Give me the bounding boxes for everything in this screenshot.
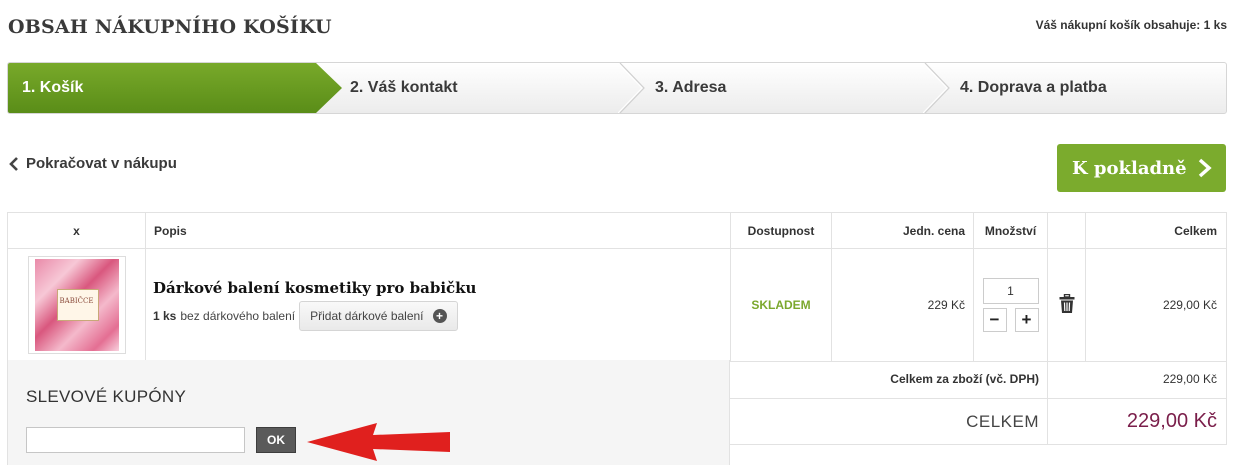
coupon-ok-button[interactable]: OK	[256, 427, 296, 453]
add-gift-wrap-label: Přidat dárkové balení	[310, 309, 424, 323]
quantity-increase-button[interactable]: +	[1014, 308, 1039, 332]
chevron-left-icon	[9, 156, 18, 171]
unit-price: 229 Kč	[927, 298, 965, 312]
step-cart-label: 1. Košík	[22, 79, 84, 96]
col-unit-price: Jedn. cena	[831, 212, 974, 249]
add-gift-wrap-button[interactable]: Přidat dárkové balení +	[299, 301, 458, 331]
unit-price-cell: 229 Kč	[831, 248, 974, 362]
step-cart[interactable]: 1. Košík	[8, 63, 342, 113]
step-shipping-label: 4. Doprava a platba	[960, 79, 1107, 96]
table-row: BABIČCE Dárkové balení kosmetiky pro bab…	[7, 248, 1227, 362]
quantity-cell: − +	[973, 248, 1048, 362]
product-image-cell: BABIČCE	[7, 248, 146, 362]
availability-cell: SKLADEM	[730, 248, 832, 362]
line-total: 229,00 Kč	[1162, 298, 1217, 312]
goods-total-label: Celkem za zboží (vč. DPH)	[730, 359, 1048, 399]
cart-count-text: Váš nákupní košík obsahuje: 1 ks	[1035, 18, 1227, 32]
annotation-arrow	[307, 423, 450, 461]
col-x: x	[7, 212, 146, 249]
checkout-steps: 1. Košík 2. Váš kontakt 3. Adresa 4. Dop…	[7, 62, 1227, 114]
step-address-label: 3. Adresa	[655, 79, 727, 96]
col-availability: Dostupnost	[730, 212, 832, 249]
product-image: BABIČCE	[34, 259, 119, 351]
availability-status: SKLADEM	[751, 298, 811, 312]
product-thumbnail[interactable]: BABIČCE	[27, 256, 126, 354]
grand-total-label: CELKEM	[730, 398, 1048, 445]
step-shipping-payment[interactable]: 4. Doprava a platba	[960, 63, 1107, 113]
col-quantity: Množství	[973, 212, 1048, 249]
step-separator	[618, 63, 645, 113]
order-summary: Celkem za zboží (vč. DPH) 229,00 Kč CELK…	[730, 359, 1227, 445]
cart-table-header: x Popis Dostupnost Jedn. cena Množství C…	[7, 212, 1227, 249]
delete-cell	[1047, 248, 1086, 362]
quantity-decrease-button[interactable]: −	[982, 308, 1007, 332]
col-delete	[1047, 212, 1086, 249]
gift-status: bez dárkového balení	[180, 309, 296, 323]
quantity-stepper: − +	[982, 278, 1039, 332]
goods-total-value: 229,00 Kč	[1162, 372, 1217, 386]
quantity-input[interactable]	[982, 278, 1039, 304]
grand-total-value: 229,00 Kč	[1126, 410, 1217, 432]
step-separator	[923, 63, 950, 113]
chevron-right-icon	[1198, 158, 1212, 178]
col-description: Popis	[145, 212, 731, 249]
col-total: Celkem	[1085, 212, 1227, 249]
product-description-cell: Dárkové balení kosmetiky pro babičku 1 k…	[145, 248, 731, 362]
product-meta: 1 ks bez dárkového balení Přidat dárkové…	[146, 301, 730, 331]
checkout-button[interactable]: K pokladně	[1057, 144, 1226, 192]
continue-shopping-link[interactable]: Pokračovat v nákupu	[9, 155, 177, 172]
plus-circle-icon: +	[432, 309, 447, 323]
product-quantity-label: 1 ks	[153, 309, 177, 323]
continue-shopping-label: Pokračovat v nákupu	[26, 155, 177, 172]
checkout-button-label: K pokladně	[1072, 157, 1187, 179]
cart-table: x Popis Dostupnost Jedn. cena Množství C…	[7, 212, 1227, 362]
step-address[interactable]: 3. Adresa	[655, 63, 726, 113]
step-contact[interactable]: 2. Váš kontakt	[350, 63, 458, 113]
page-title: OBSAH NÁKUPNÍHO KOŠÍKU	[8, 16, 332, 38]
coupon-title: SLEVOVÉ KUPÓNY	[26, 387, 187, 406]
goods-total-row: Celkem za zboží (vč. DPH) 229,00 Kč	[730, 359, 1227, 399]
remove-item-button[interactable]	[1048, 293, 1085, 317]
trash-icon	[1059, 293, 1074, 313]
product-name[interactable]: Dárkové balení kosmetiky pro babičku	[146, 279, 730, 297]
step-contact-label: 2. Váš kontakt	[350, 79, 458, 96]
line-total-cell: 229,00 Kč	[1085, 248, 1227, 362]
grand-total-row: CELKEM 229,00 Kč	[730, 398, 1227, 445]
product-image-text: BABIČCE	[59, 297, 94, 305]
coupon-code-input[interactable]	[26, 427, 245, 453]
